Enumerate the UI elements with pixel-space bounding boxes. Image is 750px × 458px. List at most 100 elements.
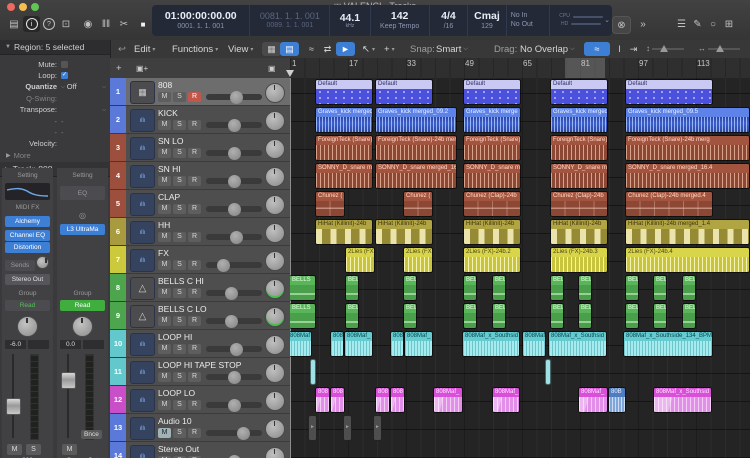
region-bel[interactable]: BEL [550,275,564,301]
track-volume-slider[interactable] [206,122,262,128]
lcd-performance-meter[interactable]: CPU HD [550,5,612,36]
region-sonny-d-snare-me[interactable]: SONNY_D_snare me [463,163,521,189]
region-default[interactable]: Default [550,79,608,105]
region-chunez-[interactable]: Chunez ( [315,191,345,217]
undo-icon[interactable]: ↩ [118,42,126,56]
lcd-tempo[interactable]: 142 Keep Tempo [371,5,430,36]
record-enable-button[interactable]: R [188,148,201,158]
mute-button[interactable]: M [158,372,171,382]
volume-slider-thumb[interactable] [228,455,241,458]
record-enable-button[interactable]: R [188,260,201,270]
region-graves-kick-merged[interactable]: Graves_kick merged [550,107,608,133]
record-enable-button[interactable]: R [188,372,201,382]
region-2lies-fx-24b-4[interactable]: 2Lies (FX)-24b.4 [625,247,750,273]
region-bel[interactable]: BEL [550,303,564,329]
solo-button[interactable]: S [173,372,186,382]
region-graves-kick-merged-09-2[interactable]: Graves_kick merged_09.2 [375,107,457,133]
sends-slot[interactable]: Sends [5,260,35,271]
track-volume-slider[interactable] [206,94,262,100]
volume-slider-thumb[interactable] [228,371,241,384]
region-2lies-fx[interactable]: 2Lies (FX [345,247,375,273]
channel-setting-button[interactable]: Setting [60,170,105,181]
automation-mode-button[interactable]: Read [5,300,50,311]
instrument-slot[interactable]: Alchemy [5,216,50,227]
quantize-select[interactable]: ⌵Off [61,82,77,91]
mute-button[interactable]: M [7,444,22,455]
track-pan-knob[interactable] [265,111,285,131]
flex-icon[interactable]: ⇄ [318,42,337,56]
region-80b[interactable]: 80B [608,387,626,413]
region-808[interactable]: 808 [375,387,390,413]
region-chunez-clap-24b[interactable]: Chunez (Clap)-24b [550,191,608,217]
region-chunez-clap-24b[interactable]: Chunez (Clap)-24b [463,191,521,217]
waveform-icon[interactable]: ıllı [130,165,155,188]
track-name[interactable]: LOOP HI [158,332,192,342]
solo-button[interactable]: S [173,176,186,186]
mute-button[interactable]: M [158,232,171,242]
region-bel[interactable]: BEL [578,275,592,301]
volume-readout[interactable]: 0.0 [60,340,81,349]
midi-fx-slot[interactable]: MIDI FX [5,202,50,213]
lcd-key-signature[interactable]: Cmaj 129 [468,5,507,36]
region-808maf-[interactable]: 808Maf_ [404,331,433,357]
track-header-bells-c-hi[interactable]: 8△BELLS C HIMSR [110,274,290,302]
loop-browser-icon[interactable]: ○ [706,16,720,32]
track-pan-knob[interactable] [265,139,285,159]
region-bel[interactable]: BEL [625,275,639,301]
catch-playhead-icon[interactable]: ► [336,42,355,56]
record-enable-button[interactable]: R [188,92,201,102]
solo-button[interactable]: S [173,92,186,102]
mute-button[interactable]: M [158,400,171,410]
output-slot[interactable]: Stereo Out [5,274,50,285]
track-pan-knob[interactable] [265,251,285,271]
track-header-clap[interactable]: 5ıllıCLAPMSR [110,190,290,218]
audio-fx-slot-1[interactable]: L3 UltraMa [60,224,105,235]
horizontal-zoom-slider[interactable]: ↔ [698,44,740,53]
toolbar-icon[interactable]: ⊡ [58,16,74,32]
waveform-icon[interactable]: ıllı [130,445,155,458]
solo-button[interactable]: S [173,232,186,242]
track-pan-knob[interactable] [265,307,285,327]
region-808maf-x-southside-134-bpm[interactable]: 808Maf_x_Southside_134_BPM [623,331,713,357]
region-808[interactable]: 808 [315,387,330,413]
region-sonny-d-snare-merged-16-4[interactable]: SONNY_D_snare merged_16.4 [625,163,750,189]
region-foreignteck-snare-[interactable]: ForeignTeck (Snare) [463,135,521,161]
bounce-button[interactable]: Bnce [81,430,102,439]
region-bells[interactable]: BELLS [290,303,316,329]
automation-mode-button[interactable]: Read [60,300,105,311]
record-enable-button[interactable]: R [188,344,201,354]
mute-checkbox[interactable] [61,61,68,68]
solo-button[interactable]: S [26,444,41,455]
region-808[interactable]: 808 [330,387,345,413]
region[interactable] [310,359,316,385]
solo-button[interactable]: S [173,120,186,130]
track-pan-knob[interactable] [265,447,285,458]
waveform-icon[interactable]: ıllı [130,109,155,132]
track-pan-knob[interactable] [265,167,285,187]
region-bel[interactable]: BEL [625,303,639,329]
duplicate-track-button[interactable]: ▣+ [136,61,148,75]
track-name[interactable]: BELLS C LO [158,304,207,314]
region-808[interactable]: 808 [390,331,404,357]
mute-button[interactable]: M [158,204,171,214]
track-volume-slider[interactable] [206,318,262,324]
track-name[interactable]: BELLS C HI [158,276,204,286]
grid-view-icon[interactable]: ▦ [262,42,281,56]
lcd-sample-rate[interactable]: 44.1 kHz [330,5,370,36]
track-header-sn-hi[interactable]: 4ıllıSN HIMSR [110,162,290,190]
track-header-audio-10[interactable]: 13ıllıAudio 10MSR [110,414,290,442]
region-hihat-killinit-24b[interactable]: HiHat (Killinit)-24b [550,219,608,245]
eq-thumbnail[interactable] [5,183,50,200]
track-name[interactable]: KICK [158,108,178,118]
region-foreignteck-snare-[interactable]: ForeignTeck (Snare) [550,135,608,161]
record-enable-button[interactable]: R [188,400,201,410]
track-header-loop-hi[interactable]: 10ıllıLOOP HIMSR [110,330,290,358]
solo-off-badge[interactable]: ⊗ [612,16,631,34]
track-name[interactable]: LOOP LO [158,388,195,398]
region-foreignteck-snare-24b-merg[interactable]: ForeignTeck (Snare)-24b merg [625,135,750,161]
region-bel[interactable]: BEL [682,303,696,329]
record-enable-button[interactable]: R [188,288,201,298]
region-808maf-x-southsid[interactable]: 808Maf_x_Southsid [548,331,607,357]
solo-button[interactable]: S [173,428,186,438]
track-name[interactable]: CLAP [158,192,180,202]
